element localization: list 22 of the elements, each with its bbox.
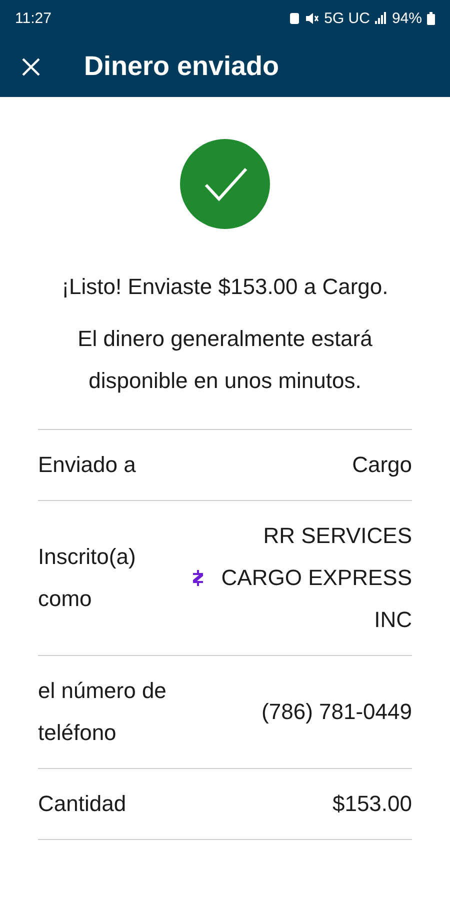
zelle-icon (192, 570, 204, 586)
battery-level: 94% (392, 10, 422, 26)
success-check-icon (180, 139, 270, 229)
detail-label: Cantidad (38, 790, 128, 818)
signal-icon (374, 12, 387, 24)
battery-icon (427, 12, 435, 24)
network-label: 5G UC (324, 10, 370, 26)
detail-label: Enviado a (38, 451, 137, 479)
battery-saver-icon (289, 12, 300, 24)
detail-value: $153.00 (332, 790, 412, 818)
detail-value: (786) 781-0449 (262, 698, 412, 726)
confirmation-message: ¡Listo! Enviaste $153.00 a Cargo. (60, 273, 390, 301)
detail-value: Cargo (352, 451, 412, 479)
detail-label: Inscrito(a) como (38, 543, 137, 613)
screen-title: Dinero enviado (84, 51, 280, 82)
mute-icon (305, 12, 320, 24)
detail-label: el número de teléfono (38, 677, 168, 747)
close-button[interactable] (20, 56, 42, 78)
close-icon (21, 56, 41, 76)
status-time: 11:27 (15, 10, 52, 26)
availability-note: El dinero generalmente estará disponible en unos minutos. (76, 325, 374, 395)
detail-value: RR SERVICES CARGO EXPRESS INC (220, 522, 412, 634)
